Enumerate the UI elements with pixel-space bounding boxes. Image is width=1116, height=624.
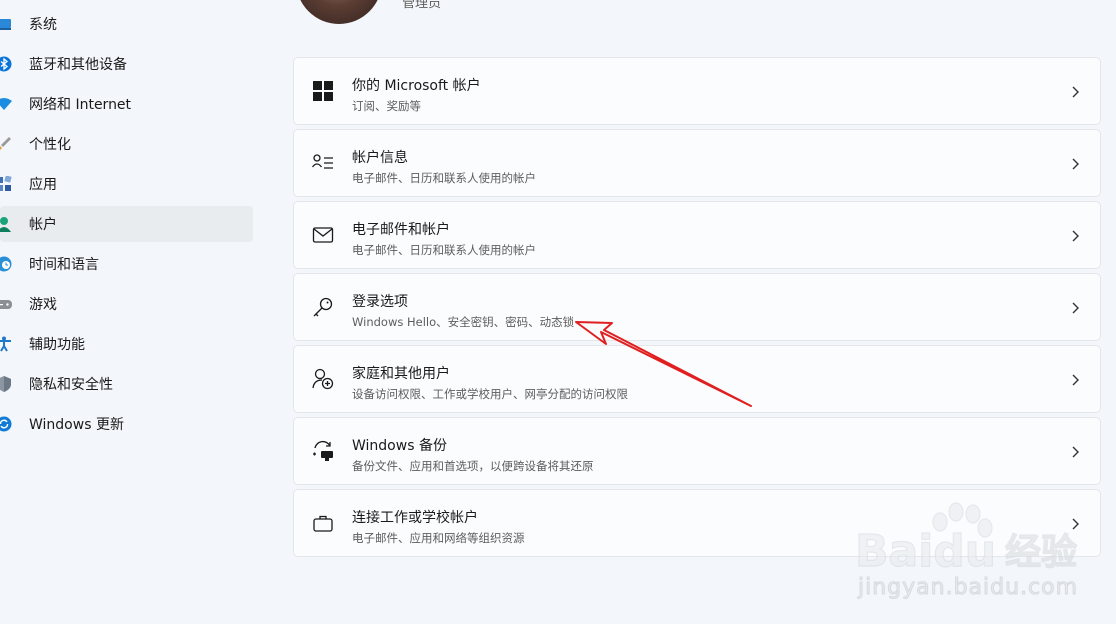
card-windows-backup[interactable]: Windows 备份 备份文件、应用和首选项，以便跨设备将其还原 (293, 417, 1101, 485)
card-title: 登录选项 (352, 294, 408, 310)
person-add-icon (312, 368, 334, 390)
card-email-accounts[interactable]: 电子邮件和帐户 电子邮件、日历和联系人使用的帐户 (293, 201, 1101, 269)
shield-icon (0, 376, 11, 392)
card-account-info[interactable]: 帐户信息 电子邮件、日历和联系人使用的帐户 (293, 129, 1101, 197)
gamepad-icon (0, 300, 12, 309)
update-icon (0, 416, 12, 432)
key-icon (313, 297, 333, 317)
brush-icon (0, 137, 11, 150)
chevron-right-icon (1072, 446, 1079, 458)
sidebar-item-accounts[interactable]: 帐户 (0, 206, 253, 242)
system-icon (0, 19, 11, 30)
chevron-right-icon (1072, 158, 1079, 170)
chevron-right-icon (1072, 302, 1079, 314)
briefcase-icon (313, 515, 333, 532)
sidebar-item-system[interactable]: 系统 (0, 6, 253, 42)
watermark-url: jingyan.baidu.com (857, 575, 1079, 601)
account-role: 管理员 (402, 0, 442, 11)
sidebar-item-label: 辅助功能 (29, 337, 85, 353)
sidebar-item-label: 网络和 Internet (29, 97, 132, 113)
sidebar-item-label: Windows 更新 (29, 417, 124, 433)
card-subtitle: 备份文件、应用和首选项，以便跨设备将其还原 (352, 459, 594, 473)
card-subtitle: 电子邮件、日历和联系人使用的帐户 (352, 171, 536, 185)
sidebar-item-label: 帐户 (29, 217, 57, 233)
watermark-brand: Baidu (855, 526, 996, 577)
sidebar-item-label: 时间和语言 (29, 257, 99, 273)
mail-icon (312, 227, 334, 243)
sidebar-item-personalization[interactable]: 个性化 (0, 126, 253, 162)
card-subtitle: 设备访问权限、工作或学校用户、网亭分配的访问权限 (352, 387, 628, 401)
sidebar-item-label: 系统 (29, 17, 57, 33)
windows-logo-icon (313, 81, 333, 101)
card-microsoft-account[interactable]: 你的 Microsoft 帐户 订阅、奖励等 (293, 57, 1101, 125)
account-icon (0, 217, 11, 232)
sidebar-item-label: 游戏 (29, 297, 57, 313)
backup-icon (313, 440, 333, 461)
sidebar-item-label: 应用 (29, 177, 57, 193)
sidebar-item-windows-update[interactable]: Windows 更新 (0, 406, 253, 442)
sidebar-item-accessibility[interactable]: 辅助功能 (0, 326, 253, 362)
sidebar-item-privacy[interactable]: 隐私和安全性 (0, 366, 253, 402)
card-title: 你的 Microsoft 帐户 (352, 78, 481, 94)
apps-icon (0, 176, 12, 191)
card-title: 电子邮件和帐户 (352, 222, 450, 238)
card-subtitle: 电子邮件、应用和网络等组织资源 (352, 531, 525, 545)
globe-clock-icon (0, 256, 12, 272)
card-title: 家庭和其他用户 (352, 366, 450, 382)
sidebar-item-gaming[interactable]: 游戏 (0, 286, 253, 322)
wifi-icon (0, 98, 12, 110)
chevron-right-icon (1072, 86, 1079, 98)
sidebar-item-label: 个性化 (29, 137, 71, 153)
sidebar-item-time-language[interactable]: 时间和语言 (0, 246, 253, 282)
bluetooth-icon (0, 56, 12, 72)
card-title: Windows 备份 (352, 438, 447, 454)
person-list-icon (312, 154, 333, 169)
sidebar-item-bluetooth[interactable]: 蓝牙和其他设备 (0, 46, 253, 82)
card-subtitle: 电子邮件、日历和联系人使用的帐户 (352, 243, 536, 257)
chevron-right-icon (1072, 230, 1079, 242)
card-title: 连接工作或学校帐户 (352, 510, 478, 526)
card-title: 帐户信息 (352, 150, 408, 166)
avatar[interactable] (296, 0, 382, 24)
watermark-brand-cn: 经验 (1005, 532, 1077, 573)
card-sign-in-options[interactable]: 登录选项 Windows Hello、安全密钥、密码、动态锁 (293, 273, 1101, 341)
card-family-other-users[interactable]: 家庭和其他用户 设备访问权限、工作或学校用户、网亭分配的访问权限 (293, 345, 1101, 413)
chevron-right-icon (1072, 374, 1079, 386)
accessibility-icon (0, 336, 11, 352)
sidebar-item-label: 隐私和安全性 (29, 377, 113, 393)
sidebar-item-network[interactable]: 网络和 Internet (0, 86, 253, 122)
sidebar-item-label: 蓝牙和其他设备 (29, 57, 127, 73)
card-subtitle: Windows Hello、安全密钥、密码、动态锁 (352, 315, 575, 329)
sidebar-item-apps[interactable]: 应用 (0, 166, 253, 202)
card-subtitle: 订阅、奖励等 (352, 99, 421, 113)
sidebar: 系统 蓝牙和其他设备 网络和 Internet 个性化 应用 帐户 时间和语言 … (0, 0, 270, 624)
